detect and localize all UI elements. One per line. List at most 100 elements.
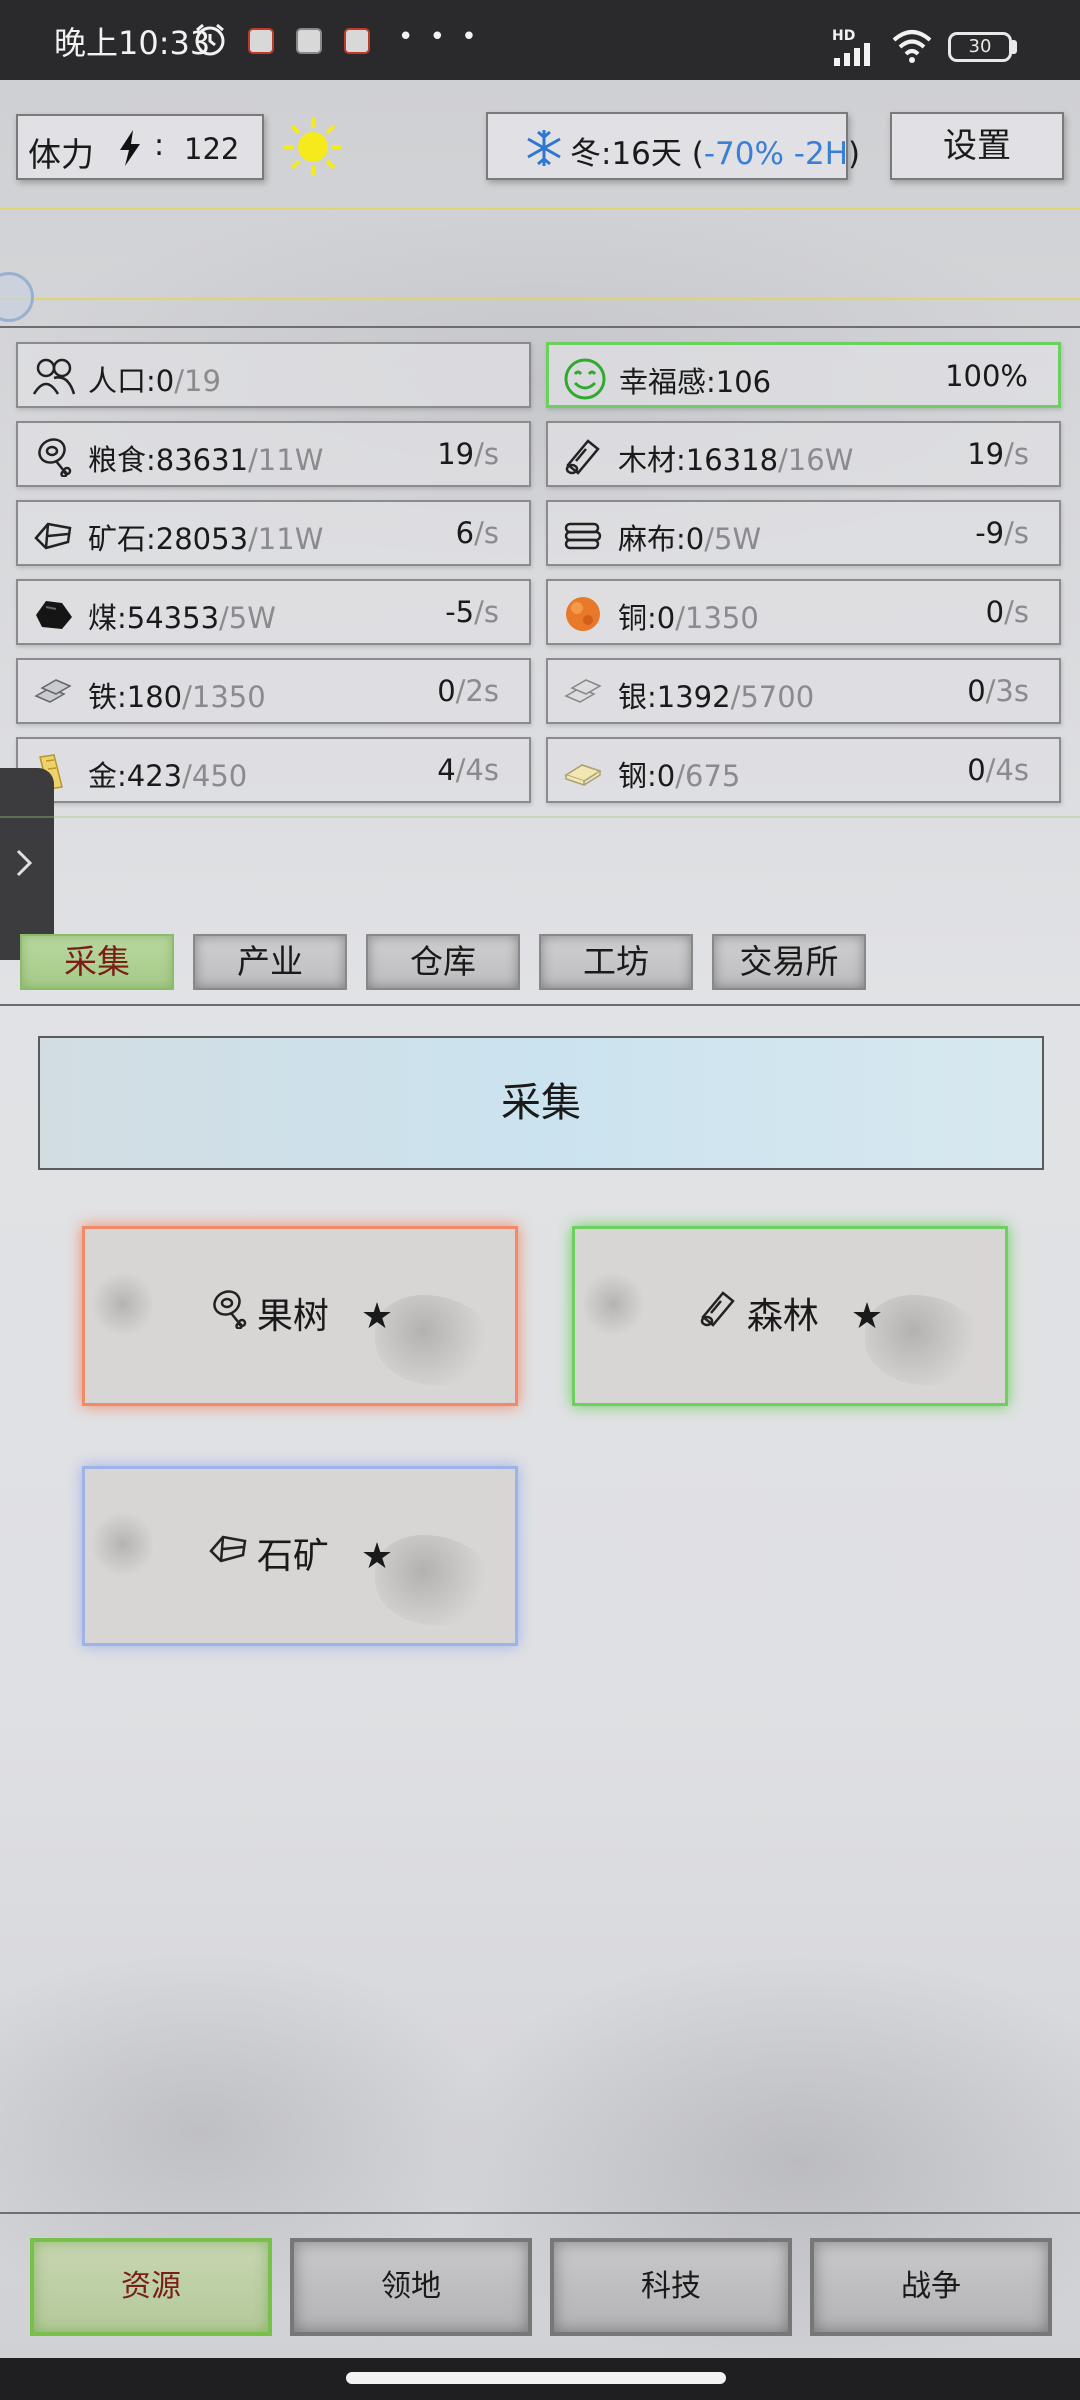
resource-rate: 19/s: [967, 437, 1029, 471]
stone-icon: [207, 1470, 249, 1646]
battery-tip: [1012, 40, 1017, 54]
resource-rate-unit: /s: [474, 516, 499, 550]
resource-rate-unit: /s: [1004, 437, 1029, 471]
population-stat: 人口:0/19: [16, 342, 531, 408]
section-divider: [0, 326, 1080, 328]
resource-cap: /5W: [704, 522, 762, 556]
resource-amount: 铁:180: [88, 680, 183, 714]
resource-amount: 粮食:83631: [88, 443, 249, 477]
resource-amount: 煤:54353: [88, 601, 220, 635]
resource-rate: 0/s: [986, 595, 1029, 629]
notification-app-icon: [344, 28, 370, 54]
resource-rate-value: 0: [985, 595, 1005, 629]
tab-0[interactable]: 采集: [20, 934, 174, 990]
resource-stat: 粮食:83631/11W 19/s: [16, 421, 531, 487]
happiness-stat: 幸福感:106 100%: [546, 342, 1061, 408]
ink-painting-decoration: [93, 1509, 153, 1579]
ink-painting-decoration: [375, 1535, 495, 1625]
bottom-nav-2[interactable]: 科技: [550, 2238, 792, 2336]
resource-cap: /1350: [182, 680, 266, 714]
copper-icon: [562, 593, 604, 635]
snowflake-icon: [524, 128, 564, 172]
ink-painting-decoration: [375, 1295, 495, 1385]
resource-rate-value: 6: [455, 516, 475, 550]
steel-icon: [562, 751, 604, 793]
section-title: 采集: [38, 1036, 1044, 1170]
gather-card-label: 森林: [746, 1296, 819, 1337]
star-icon: ★: [850, 1296, 884, 1337]
bottom-nav-1[interactable]: 领地: [290, 2238, 532, 2336]
resource-cap: /11W: [248, 522, 324, 556]
cloth-icon: [562, 514, 604, 556]
resource-amount: 木材:16318: [618, 443, 779, 477]
coal-icon: [32, 593, 74, 635]
resource-rate-value: 0: [437, 674, 456, 708]
tab-4[interactable]: 交易所: [712, 934, 866, 990]
resource-amount: 钢:0: [618, 759, 676, 793]
season-text: 冬:16天 (-70% -2H): [570, 128, 860, 173]
resource-rate: 6/s: [456, 516, 499, 550]
sun-icon: [282, 116, 344, 182]
bottom-divider: [0, 2212, 1080, 2214]
chevron-right-icon: [14, 848, 34, 882]
resource-rate-value: 19: [437, 437, 475, 471]
silver-icon: [562, 672, 604, 714]
resource-rate-value: 0: [967, 753, 986, 787]
meat-icon: [207, 1230, 249, 1406]
population-label: 人口:0/19: [88, 364, 221, 398]
population-cap: /19: [174, 364, 221, 398]
resource-stat: 木材:16318/16W 19/s: [546, 421, 1061, 487]
resource-rate-value: -5: [445, 595, 475, 629]
log-icon: [697, 1230, 739, 1406]
bottom-nav-3[interactable]: 战争: [810, 2238, 1052, 2336]
tab-2[interactable]: 仓库: [366, 934, 520, 990]
resource-label: 铜:0/1350: [618, 595, 759, 637]
happiness-label: 幸福感:106: [619, 365, 772, 399]
faint-divider: [0, 816, 1080, 818]
resource-label: 金:423/450: [88, 753, 247, 795]
top-divider-line: [0, 208, 1080, 210]
resource-rate-unit: /4s: [985, 753, 1029, 787]
resource-label: 粮食:83631/11W: [88, 437, 323, 479]
resource-amount: 金:423: [88, 759, 183, 793]
tab-3[interactable]: 工坊: [539, 934, 693, 990]
resource-cap: /450: [182, 759, 248, 793]
star-icon: ★: [360, 1536, 394, 1577]
happiness-percent: 100%: [945, 359, 1028, 393]
side-drawer-handle[interactable]: [0, 768, 54, 960]
gather-card[interactable]: 果树 ★: [82, 1226, 518, 1406]
resource-stat: 钢:0/675 0/4s: [546, 737, 1061, 803]
resource-cap: /11W: [248, 443, 324, 477]
resource-rate-unit: /s: [474, 437, 499, 471]
resource-stat: 麻布:0/5W -9/s: [546, 500, 1061, 566]
resource-rate: 0/2s: [437, 674, 499, 708]
resource-label: 矿石:28053/11W: [88, 516, 323, 558]
alarm-icon: [192, 22, 228, 65]
resource-stat: 煤:54353/5W -5/s: [16, 579, 531, 645]
more-notifications-icon: • • •: [398, 22, 481, 52]
gather-card[interactable]: 石矿 ★: [82, 1466, 518, 1646]
resource-rate: -5/s: [445, 595, 499, 629]
season-modifier: -70% -2H: [703, 136, 849, 172]
settings-button[interactable]: 设置: [890, 112, 1064, 180]
home-indicator[interactable]: [346, 2372, 726, 2384]
resource-stat: 金:423/450 4/4s: [16, 737, 531, 803]
gather-card[interactable]: 森林 ★: [572, 1226, 1008, 1406]
resource-rate-unit: /s: [1004, 516, 1029, 550]
resource-cap: /16W: [778, 443, 854, 477]
smiley-icon: [563, 357, 606, 400]
tab-divider: [0, 1004, 1080, 1006]
resource-cap: /675: [675, 759, 741, 793]
ink-painting-decoration: [583, 1269, 643, 1339]
resource-rate: -9/s: [975, 516, 1029, 550]
season-label: 冬:16天: [570, 136, 682, 172]
resource-rate-unit: /2s: [455, 674, 499, 708]
season-box[interactable]: 冬:16天 (-70% -2H): [486, 112, 860, 180]
bottom-nav-0[interactable]: 资源: [30, 2238, 272, 2336]
resource-label: 银:1392/5700: [618, 674, 814, 716]
stamina-value: 122: [184, 132, 240, 166]
tab-1[interactable]: 产业: [193, 934, 347, 990]
resource-cap: /5700: [730, 680, 815, 714]
gather-card-label: 果树: [256, 1296, 329, 1337]
resource-cap: /1350: [675, 601, 759, 635]
